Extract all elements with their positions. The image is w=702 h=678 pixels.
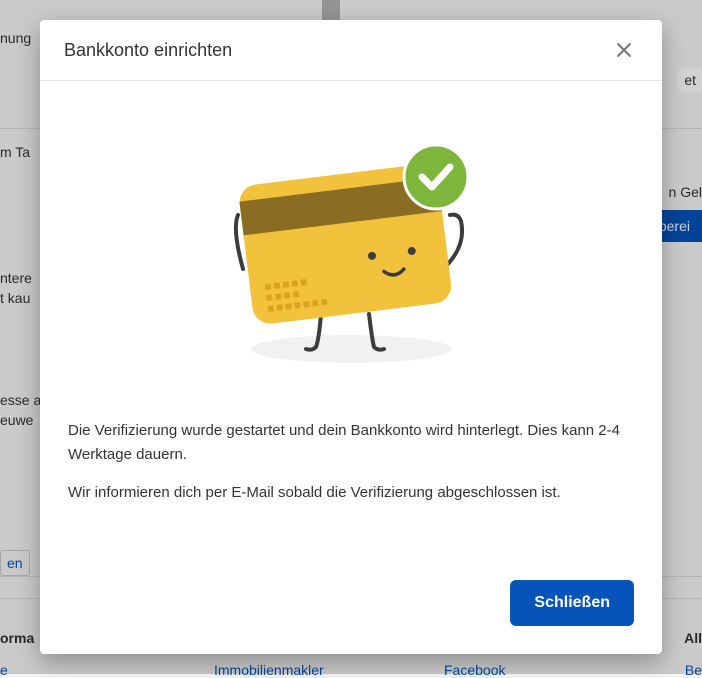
modal-header: Bankkonto einrichten	[40, 20, 662, 81]
email-notification-message: Wir informieren dich per E-Mail sobald d…	[68, 481, 634, 505]
close-icon-button[interactable]	[610, 36, 638, 64]
modal-title: Bankkonto einrichten	[64, 40, 232, 61]
modal-footer: Schließen	[40, 564, 662, 654]
bank-account-setup-modal: Bankkonto einrichten	[40, 20, 662, 654]
modal-body: Die Verifizierung wurde gestartet und de…	[40, 81, 662, 564]
close-button[interactable]: Schließen	[510, 580, 634, 626]
close-icon	[614, 40, 634, 60]
success-illustration	[68, 105, 634, 419]
verification-started-message: Die Verifizierung wurde gestartet und de…	[68, 419, 634, 467]
bank-card-character-icon	[206, 129, 496, 379]
